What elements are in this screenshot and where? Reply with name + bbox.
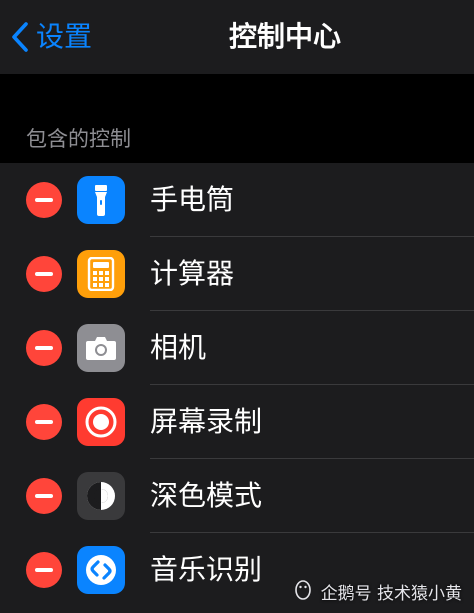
page-title: 控制中心: [228, 20, 341, 53]
item-label: 音乐识别: [150, 553, 263, 586]
list-item: 屏幕录制: [0, 385, 474, 459]
included-controls-list: 手电筒 计算器 相机 屏幕录制 深色模式 音乐识别: [0, 163, 474, 613]
remove-button[interactable]: [26, 552, 62, 588]
remove-button[interactable]: [26, 404, 62, 440]
remove-button[interactable]: [26, 256, 62, 292]
spacer: [0, 74, 474, 120]
item-label: 屏幕录制: [150, 405, 263, 438]
item-label: 计算器: [150, 257, 235, 290]
list-item: 手电筒: [0, 163, 474, 237]
remove-button[interactable]: [26, 330, 62, 366]
watermark: 企鹅号 技术猿小黄: [293, 578, 462, 605]
watermark-text: 企鹅号 技术猿小黄: [320, 584, 462, 604]
camera-icon: [77, 324, 125, 372]
item-label: 相机: [150, 331, 207, 364]
dark-mode-icon: [77, 472, 125, 520]
screen-record-icon: [77, 398, 125, 446]
penguin-logo-icon: [293, 578, 313, 605]
list-item: 深色模式: [0, 459, 474, 533]
section-header: 包含的控制: [26, 127, 131, 151]
remove-button[interactable]: [26, 478, 62, 514]
list-item: 计算器: [0, 237, 474, 311]
shazam-icon: [77, 546, 125, 594]
calculator-icon: [77, 250, 125, 298]
item-label: 手电筒: [150, 183, 235, 216]
flashlight-icon: [77, 176, 125, 224]
navigation-bar: 设置 控制中心: [0, 0, 474, 74]
remove-button[interactable]: [26, 182, 62, 218]
item-label: 深色模式: [150, 479, 263, 512]
list-item: 相机: [0, 311, 474, 385]
